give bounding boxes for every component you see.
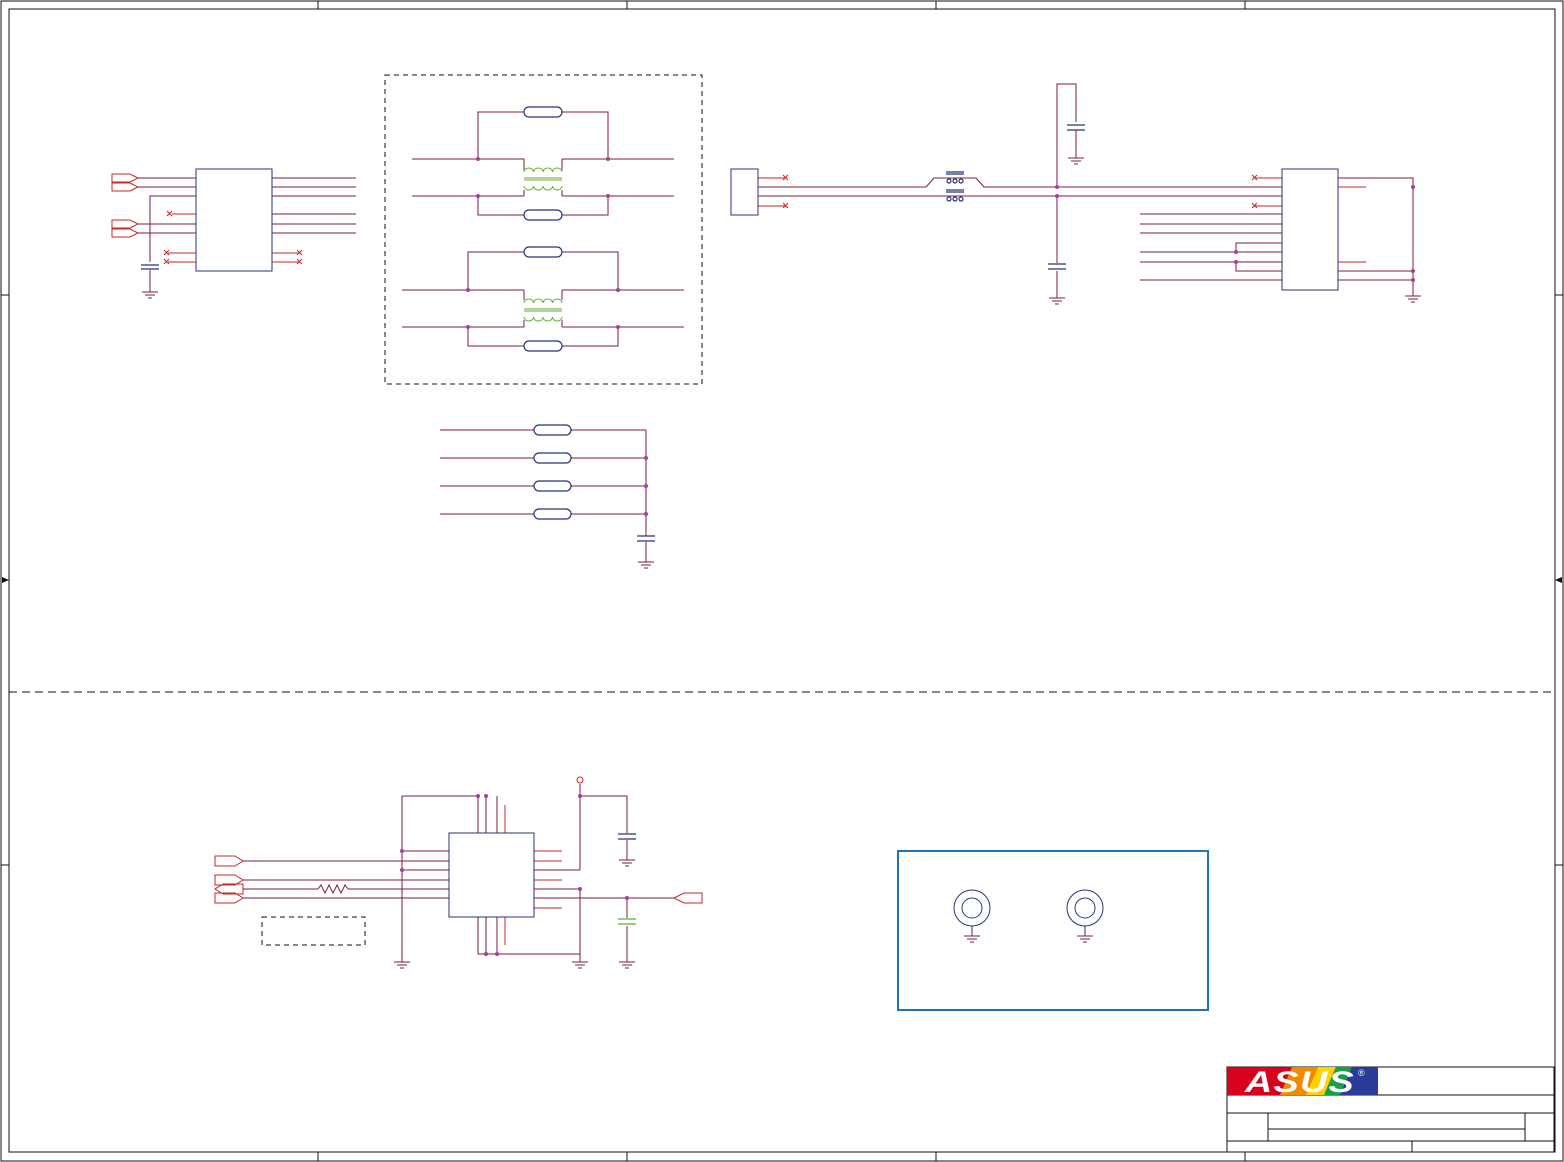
junction-dots	[400, 794, 629, 956]
ferrite-bead	[523, 106, 563, 352]
connector-header	[730, 168, 759, 216]
usb-connector-chain	[730, 83, 1421, 305]
asus-logo: ASUS ®	[1227, 1066, 1378, 1099]
transformer-coil	[523, 298, 563, 322]
ground-symbol	[1049, 157, 1421, 305]
dashed-frame	[384, 74, 703, 385]
capacitor	[637, 535, 655, 542]
ground-symbol	[142, 291, 158, 299]
mounting-holes	[897, 850, 1209, 1011]
common-mode-choke-block	[384, 74, 703, 385]
power-rail-terminal	[576, 776, 584, 784]
sheet-border	[0, 0, 1564, 1162]
zone-arrows	[2, 577, 1562, 583]
junction-dots	[466, 157, 620, 329]
title-block: ASUS ®	[1226, 1066, 1555, 1153]
regulator-ic	[214, 776, 703, 969]
ferrite-termination	[440, 424, 655, 569]
asus-logo-text: ASUS	[1244, 1066, 1355, 1099]
mounting-frame	[897, 850, 1209, 1011]
ferrite-bead	[533, 424, 572, 520]
schematic-sheet: ASUS ®	[0, 0, 1564, 1162]
transformer-coil	[523, 167, 563, 191]
ic-body	[448, 832, 535, 918]
capacitor	[1048, 124, 1085, 270]
decoupling-capacitor	[141, 264, 159, 270]
net-port-flags	[111, 173, 140, 238]
ground-symbol	[394, 859, 635, 969]
mounting-hole	[1066, 889, 1104, 936]
ground-symbol	[638, 561, 654, 569]
ic-body	[195, 168, 273, 272]
dashed-note-box	[261, 916, 366, 946]
ground-symbol	[964, 935, 1093, 943]
mounting-hole	[953, 889, 991, 936]
capacitor	[618, 833, 636, 840]
capacitor	[618, 918, 636, 925]
usb-controller-ic	[1281, 168, 1339, 291]
bridge-ic	[111, 168, 356, 299]
no-connect-marks	[163, 210, 303, 265]
esd-protector	[946, 171, 964, 202]
registered-mark: ®	[1358, 1068, 1365, 1078]
